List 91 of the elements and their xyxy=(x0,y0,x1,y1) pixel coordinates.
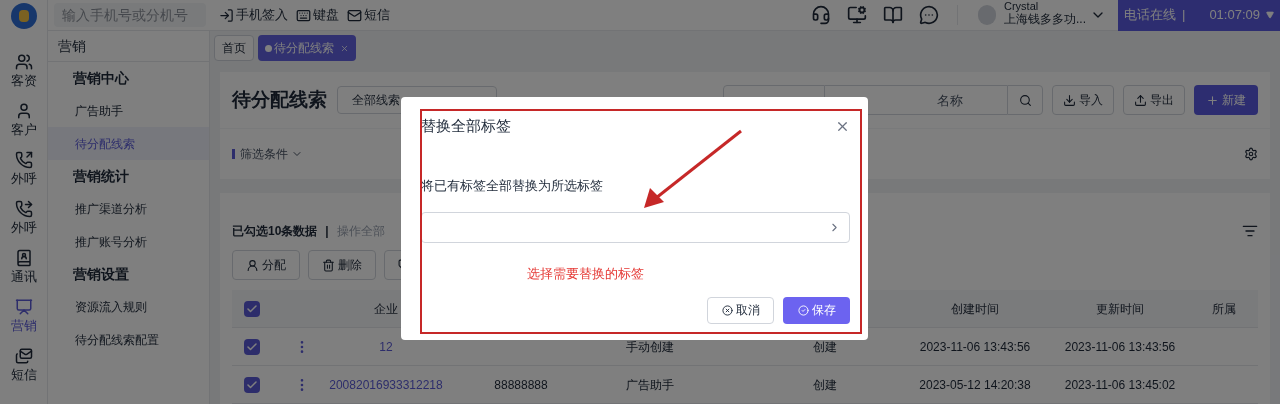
search-input[interactable]: 名称 xyxy=(825,85,1007,115)
search-icon xyxy=(1018,93,1032,107)
table-cell-text: 创建 xyxy=(813,338,837,356)
cancel-button[interactable]: 取消 xyxy=(707,296,774,324)
sidebar-group-title: 营销统计 xyxy=(72,166,130,186)
action-button[interactable]: 分配 xyxy=(232,250,300,280)
toolbar-button[interactable]: 键盘 xyxy=(296,5,339,25)
check-icon xyxy=(246,302,258,315)
check-icon xyxy=(246,340,258,353)
rail-item[interactable]: 通讯 xyxy=(3,249,44,287)
separator: | xyxy=(325,223,329,240)
action-button[interactable]: 删除 xyxy=(308,250,376,280)
field-label: 将已有标签全部替换为所选标签 xyxy=(421,176,604,195)
table-cell-text: 88888888 xyxy=(494,376,548,394)
monitor-icon[interactable] xyxy=(847,5,867,25)
rail-item[interactable]: 营销 xyxy=(3,298,44,336)
page-title: 待分配线索 xyxy=(232,87,327,112)
sidebar-group-title: 营销中心 xyxy=(72,68,130,88)
table-cell-text: 2023-11-06 13:43:56 xyxy=(1064,338,1176,356)
checkbox[interactable] xyxy=(244,338,260,355)
separator: | xyxy=(1182,6,1186,25)
circle-x-icon xyxy=(721,304,733,316)
column-header: 企业 xyxy=(374,300,398,318)
phone-forward-icon xyxy=(14,200,33,218)
sidebar-item[interactable]: 推广账号分析 xyxy=(48,225,209,258)
sidebar-item[interactable]: 待分配线索配置 xyxy=(48,323,209,356)
column-header: 创建时间 xyxy=(951,300,999,318)
sidebar-item[interactable]: 待分配线索 xyxy=(48,127,209,160)
plus-icon xyxy=(1206,93,1219,107)
chart-board-icon xyxy=(14,298,33,316)
rail-item[interactable]: 外呼 xyxy=(3,151,44,189)
close-icon[interactable] xyxy=(340,43,349,53)
phone-outgoing-icon xyxy=(14,151,33,169)
company-link[interactable]: 20082016933312218 xyxy=(329,375,443,394)
caret-icon[interactable] xyxy=(1266,11,1274,19)
headset-icon[interactable] xyxy=(811,5,831,25)
logo-icon xyxy=(10,3,37,29)
sidebar-item[interactable]: 资源流入规则 xyxy=(48,290,209,323)
filter-toggle[interactable]: 筛选条件 xyxy=(240,145,303,163)
mail-icon xyxy=(347,7,362,23)
contact-book-icon xyxy=(14,249,33,267)
company-link[interactable]: 12 xyxy=(379,337,393,356)
page-tab[interactable]: 待分配线索 xyxy=(258,35,356,61)
mail-stack-icon xyxy=(14,347,33,365)
selection-count: 已勾选10条数据 xyxy=(232,223,318,240)
annotation-text: 选择需要替换的标签 xyxy=(527,265,645,283)
status-label: 电话在线 xyxy=(1124,6,1176,25)
table-cell-text: 创建 xyxy=(813,376,837,394)
column-header: 更新时间 xyxy=(1096,300,1144,318)
sign-in-icon xyxy=(219,7,234,23)
chat-icon[interactable] xyxy=(919,5,939,25)
toolbar-button[interactable]: 手机签入 xyxy=(219,5,288,25)
settings-icon[interactable] xyxy=(1244,147,1258,161)
table-cell-text: 广告助手 xyxy=(626,376,674,394)
dialog-title: 替换全部标签 xyxy=(421,116,511,136)
book-icon[interactable] xyxy=(883,5,903,25)
person-icon xyxy=(246,258,259,272)
save-button[interactable]: 保存 xyxy=(783,296,850,324)
page-tab[interactable]: 首页 xyxy=(214,35,254,61)
column-header: 所属 xyxy=(1212,300,1236,318)
sidebar-group-title: 营销设置 xyxy=(72,264,130,284)
sidebar-item[interactable]: 广告助手 xyxy=(48,94,209,127)
circle-check-icon xyxy=(797,304,809,316)
sidebar-item[interactable]: 推广渠道分析 xyxy=(48,192,209,225)
table-cell-text: 2023-11-06 13:45:02 xyxy=(1064,376,1176,394)
rail-item[interactable]: 客资 xyxy=(3,53,44,91)
upload-icon xyxy=(1134,93,1147,107)
checkbox[interactable] xyxy=(244,300,260,317)
company-name: 上海钱多多功... xyxy=(1004,13,1086,26)
table-cell-text: 2023-11-06 13:43:56 xyxy=(919,338,1031,356)
toolbar-button[interactable]: 导入 xyxy=(1052,85,1114,115)
call-status-bar[interactable]: 电话在线 | 01:07:09 xyxy=(1118,0,1280,31)
people-icon xyxy=(14,53,33,71)
list-settings-icon[interactable] xyxy=(1242,223,1258,239)
toolbar-button[interactable]: 短信 xyxy=(347,5,390,25)
rail-item[interactable]: 外呼 xyxy=(3,200,44,238)
call-timer: 01:07:09 xyxy=(1209,6,1260,25)
checkbox[interactable] xyxy=(244,376,260,393)
check-icon xyxy=(246,378,258,391)
keyboard-icon xyxy=(296,7,311,23)
trash-icon xyxy=(322,258,335,272)
new-button[interactable]: 新建 xyxy=(1194,85,1258,115)
rail-item[interactable]: 短信 xyxy=(3,347,44,385)
user-name: Crystal xyxy=(1004,0,1039,13)
toolbar-button[interactable]: 导出 xyxy=(1123,85,1185,115)
rail-item[interactable]: 客户 xyxy=(3,102,44,140)
table-cell-text: 2023-05-12 14:20:38 xyxy=(919,376,1031,394)
download-icon xyxy=(1063,93,1076,107)
sidebar-title: 营销 xyxy=(48,31,209,62)
table-cell-text: 手动创建 xyxy=(626,338,674,356)
search-button[interactable] xyxy=(1007,85,1043,115)
